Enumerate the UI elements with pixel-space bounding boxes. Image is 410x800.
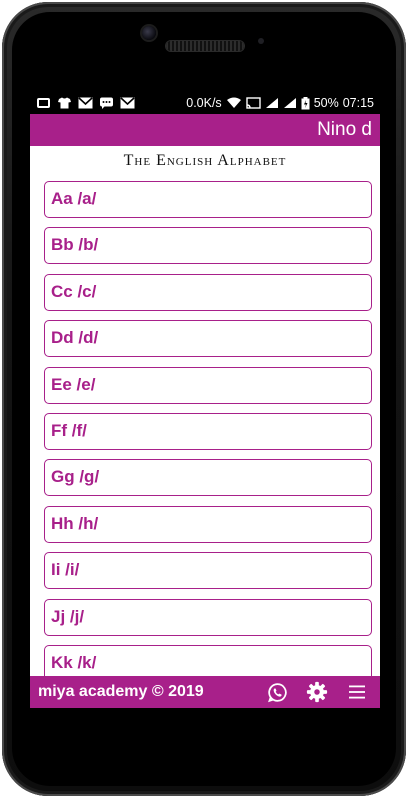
letter-item-a[interactable]: Aa /a/	[44, 181, 372, 218]
earpiece-speaker	[166, 41, 244, 51]
wifi-icon	[226, 97, 241, 108]
chat-icon	[100, 97, 113, 109]
letter-item-f[interactable]: Ff /f/	[44, 412, 372, 450]
mail-icon	[120, 97, 135, 109]
proximity-sensor	[258, 38, 264, 44]
letter-item-h[interactable]: Hh /h/	[44, 505, 372, 543]
notification-icon	[37, 98, 50, 108]
signal-icon-2	[283, 98, 296, 108]
letter-item-k[interactable]: Kk /k/	[44, 644, 372, 676]
signal-icon-1	[265, 98, 278, 108]
letter-item-d[interactable]: Dd /d/	[44, 320, 372, 358]
tshirt-icon	[58, 97, 71, 109]
content-area[interactable]: The English Alphabet Aa /a/ Bb /b/ Cc /c…	[30, 146, 380, 676]
network-speed: 0.0K/s	[186, 96, 222, 110]
letter-item-j[interactable]: Jj /j/	[44, 598, 372, 636]
battery-percent: 50%	[313, 96, 339, 110]
letter-list: Aa /a/ Bb /b/ Cc /c/ Dd /d/ Ee /e/ Ff /f…	[44, 181, 372, 676]
gmail-icon	[78, 97, 93, 109]
status-bar: 0.0K/s 50% 07:15	[30, 92, 380, 114]
app-screen: 0.0K/s 50% 07:15 Nino d The English Alph…	[30, 92, 380, 708]
letter-item-b[interactable]: Bb /b/	[44, 227, 372, 265]
clock: 07:15	[342, 96, 374, 110]
letter-item-e[interactable]: Ee /e/	[44, 366, 372, 404]
app-bar: Nino d	[30, 114, 380, 146]
brand-label: miya academy © 2019	[38, 683, 204, 700]
whatsapp-icon[interactable]	[266, 681, 288, 703]
gear-icon[interactable]	[306, 681, 328, 703]
front-camera	[142, 26, 156, 40]
cast-icon	[245, 97, 261, 109]
letter-item-c[interactable]: Cc /c/	[44, 273, 372, 311]
page-title: The English Alphabet	[123, 152, 287, 169]
letter-item-i[interactable]: Ii /i/	[44, 552, 372, 590]
bottom-bar: miya academy © 2019	[30, 676, 380, 708]
battery-icon	[301, 96, 310, 109]
letter-item-g[interactable]: Gg /g/	[44, 459, 372, 497]
app-title: Nino d	[317, 119, 372, 140]
menu-icon[interactable]	[346, 681, 368, 703]
